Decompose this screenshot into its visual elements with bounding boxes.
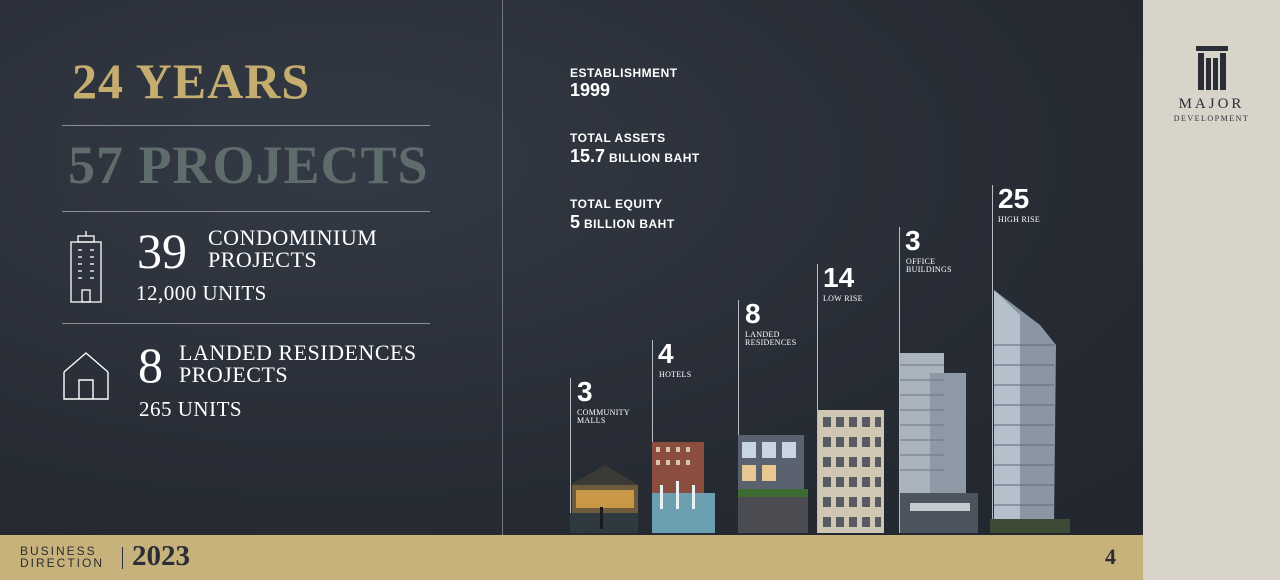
footer-direction: DIRECTION [20, 556, 104, 570]
category-label-office: OFFICE BUILDINGS [906, 258, 952, 274]
landed-units: 265 UNITS [139, 397, 243, 421]
landed-count: 8 [138, 337, 163, 393]
projects-headline: 57 PROJECTS [68, 135, 429, 195]
office-building-image [900, 353, 978, 533]
high-rise-image [990, 290, 1070, 533]
buildings-illustration [570, 290, 1070, 533]
slide-background: 24 YEARS 57 PROJECTS 39 CONDOMINIUM PROJ… [0, 0, 1143, 535]
condominium-label-line1: CONDOMINIUM [208, 225, 378, 250]
category-count-office: 3 [905, 225, 921, 256]
establishment-value: 1999 [570, 80, 611, 100]
equity-value: 5 BILLION BAHT [570, 212, 675, 233]
equity-label: TOTAL EQUITY [570, 197, 663, 211]
category-count-highrise: 25 [998, 183, 1030, 214]
condominium-count: 39 [137, 223, 187, 279]
assets-unit: BILLION BAHT [609, 151, 700, 165]
assets-value: 15.7 BILLION BAHT [570, 146, 700, 167]
logo-mark-icon [1196, 46, 1228, 95]
condominium-label: CONDOMINIUM PROJECTS [208, 227, 377, 271]
category-label-line: BUILDINGS [906, 265, 952, 274]
divider [62, 323, 430, 324]
category-label-highrise: HIGH RISE [998, 216, 1040, 224]
hotel-image [652, 442, 715, 533]
vertical-divider [502, 0, 503, 535]
establishment-label: ESTABLISHMENT [570, 66, 678, 80]
category-label-line: HIGH RISE [998, 215, 1041, 224]
assets-label: TOTAL ASSETS [570, 131, 666, 145]
footer-title: BUSINESS DIRECTION [20, 545, 104, 569]
page-number: 4 [1105, 544, 1116, 569]
building-icon [68, 230, 104, 309]
assets-amount: 15.7 [570, 146, 606, 166]
divider [62, 125, 430, 126]
years-headline: 24 YEARS [72, 53, 311, 109]
house-icon [61, 350, 111, 407]
footer-year: 2023 [132, 540, 190, 572]
equity-amount: 5 [570, 212, 581, 232]
condominium-units: 12,000 UNITS [136, 281, 267, 305]
landed-label-line2: PROJECTS [179, 362, 289, 387]
low-rise-image [818, 410, 884, 533]
equity-unit: BILLION BAHT [584, 217, 675, 231]
landed-label: LANDED RESIDENCES PROJECTS [179, 342, 417, 386]
logo-word-major: MAJOR [1178, 96, 1245, 112]
landed-label-line1: LANDED RESIDENCES [179, 340, 417, 365]
condominium-label-line2: PROJECTS [208, 247, 318, 272]
community-mall-image [570, 465, 638, 533]
logo-word-development: DEVELOPMENT [1173, 114, 1250, 123]
divider [62, 211, 430, 212]
landed-residence-image [738, 435, 808, 533]
footer-separator [122, 547, 123, 569]
